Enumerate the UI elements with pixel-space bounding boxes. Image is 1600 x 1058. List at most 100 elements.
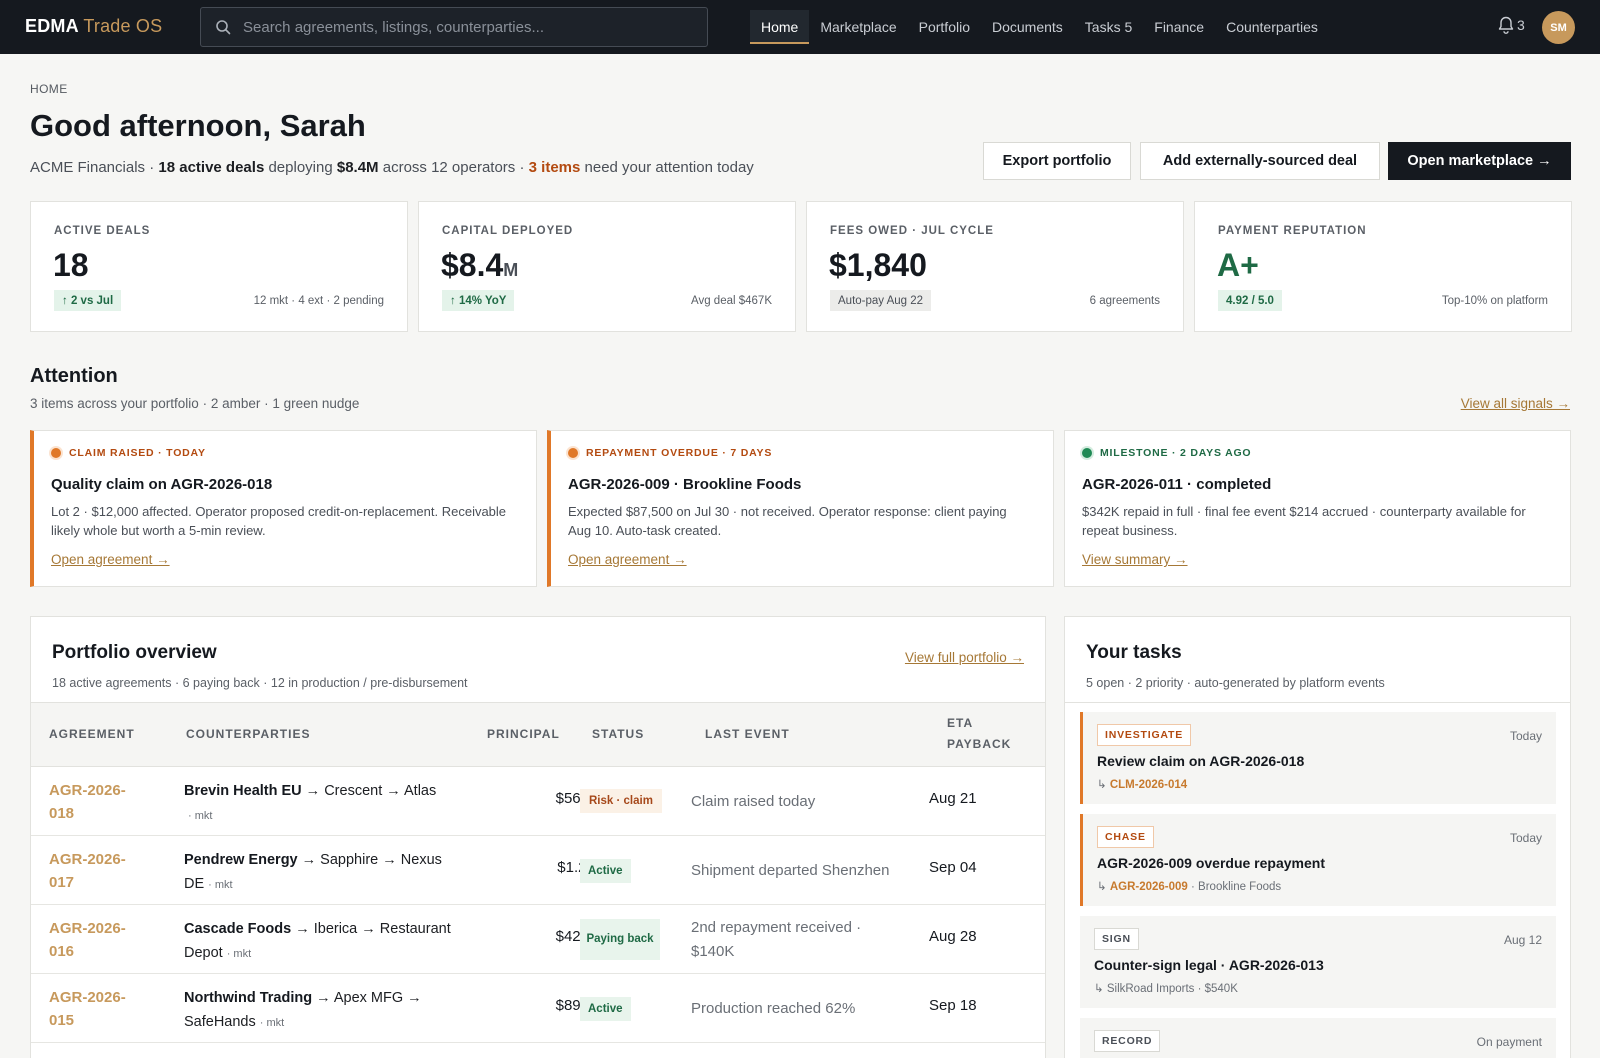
task-name: AGR-2026-009 overdue repayment — [1097, 855, 1325, 871]
task-name: Counter-sign legal · AGR-2026-013 — [1094, 957, 1324, 973]
kpi-meta: Avg deal $467K — [691, 295, 772, 307]
notifications-button[interactable]: 3 — [1496, 15, 1525, 35]
task-item[interactable]: RECORD On payment — [1080, 1018, 1556, 1058]
agreement-link[interactable]: AGR-2026-017 — [49, 848, 149, 894]
attention-tag-text: REPAYMENT OVERDUE · 7 DAYS — [586, 447, 773, 459]
nav-home[interactable]: Home — [750, 10, 810, 44]
kpi-value: A+ — [1217, 247, 1259, 283]
app-logo[interactable]: EDMA Trade OS — [25, 16, 162, 37]
kpi-label: PAYMENT REPUTATION — [1218, 225, 1367, 237]
attention-title: Attention — [30, 365, 118, 387]
counterparty-chain: → Crescent → Atlas — [301, 783, 437, 799]
kpi-trend-text: 14% YoY — [458, 294, 507, 307]
column-header-last-event[interactable]: LAST EVENT — [705, 724, 790, 745]
eta-cell: Aug 21 — [929, 790, 977, 807]
kpi-value-unit: M — [503, 260, 519, 280]
portfolio-overview-panel: Portfolio overview 18 active agreements … — [30, 616, 1046, 1058]
attention-tag-text: CLAIM RAISED · TODAY — [69, 447, 206, 459]
nav-finance[interactable]: Finance — [1143, 10, 1215, 44]
attention-tag: REPAYMENT OVERDUE · 7 DAYS — [568, 447, 772, 459]
agreement-link[interactable]: AGR-2026-016 — [49, 917, 149, 963]
table-row[interactable]: AGR-2026-017 Pendrew Energy → Sapphire →… — [31, 836, 1045, 905]
source-tag: · mkt — [188, 810, 213, 822]
view-all-signals-link[interactable]: View all signals → — [1461, 396, 1570, 411]
kpi-label: CAPITAL DEPLOYED — [442, 225, 574, 237]
tasks-title: Your tasks — [1086, 642, 1182, 663]
nav-tasks[interactable]: Tasks 5 — [1074, 10, 1143, 44]
attention-card-title: Quality claim on AGR-2026-018 — [51, 476, 273, 493]
source-tag: · mkt — [226, 948, 252, 960]
status-badge: Active — [580, 859, 631, 883]
reference-arrow-icon: ↳ — [1094, 983, 1107, 995]
task-ref-code[interactable]: CLM-2026-014 — [1110, 779, 1187, 791]
status-dot-icon — [1082, 448, 1092, 458]
status-dot-icon — [51, 448, 61, 458]
nav-counterparties[interactable]: Counterparties — [1215, 10, 1329, 44]
attention-tag: CLAIM RAISED · TODAY — [51, 447, 206, 459]
summary-attention: need your attention today — [580, 159, 754, 176]
search-icon — [216, 20, 231, 35]
open-marketplace-button[interactable]: Open marketplace → — [1388, 142, 1571, 180]
column-header-counterparties[interactable]: COUNTERPARTIES — [186, 724, 310, 745]
open-agreement-link[interactable]: Open agreement → — [51, 552, 170, 567]
tasks-subtitle: 5 open · 2 priority · auto-generated by … — [1086, 676, 1385, 690]
kpi-meta: 6 agreements — [1089, 295, 1160, 307]
task-due: On payment — [1476, 1035, 1542, 1049]
portfolio-title: Portfolio overview — [52, 642, 217, 663]
agreement-link[interactable]: AGR-2026-018 — [49, 779, 149, 825]
status-badge: Paying back — [580, 919, 660, 960]
view-full-portfolio-link[interactable]: View full portfolio → — [905, 650, 1024, 665]
kpi-value-number: $8.4 — [441, 247, 504, 283]
counterparty-primary: Cascade Foods — [184, 921, 292, 937]
top-bar: EDMA Trade OS Home Marketplace Portfolio… — [0, 0, 1600, 54]
notification-count: 3 — [1517, 17, 1525, 33]
export-portfolio-button[interactable]: Export portfolio — [983, 142, 1131, 180]
summary-deploying: deploying — [264, 159, 337, 176]
tasks-panel: Your tasks 5 open · 2 priority · auto-ge… — [1064, 616, 1571, 1058]
nav-documents[interactable]: Documents — [981, 10, 1074, 44]
column-header-principal[interactable]: PRINCIPAL — [487, 724, 560, 745]
task-item[interactable]: CHASE Today AGR-2026-009 overdue repayme… — [1080, 814, 1556, 906]
task-reference: ↳ CLM-2026-014 — [1097, 777, 1187, 791]
table-row[interactable]: AGR-2026-016 Cascade Foods → Iberica → R… — [31, 905, 1045, 974]
kpi-payment-reputation: PAYMENT REPUTATION A+ 4.92 / 5.0 Top-10%… — [1194, 201, 1572, 332]
attention-tag: MILESTONE · 2 DAYS AGO — [1082, 447, 1251, 459]
column-header-agreement[interactable]: AGREEMENT — [49, 724, 135, 745]
brand-suffix: Trade OS — [83, 16, 163, 36]
counterparty-primary: Pendrew Energy — [184, 852, 298, 868]
task-ref-code[interactable]: AGR-2026-009 — [1110, 881, 1188, 893]
summary-company: ACME Financials · — [30, 159, 159, 176]
table-row[interactable]: AGR-2026-015 Northwind Trading → Apex MF… — [31, 974, 1045, 1043]
search-input[interactable] — [243, 18, 683, 36]
reference-arrow-icon: ↳ — [1097, 881, 1110, 893]
task-type-badge: SIGN — [1094, 928, 1139, 950]
kpi-meta: 12 mkt · 4 ext · 2 pending — [253, 295, 384, 307]
user-avatar[interactable]: SM — [1542, 11, 1575, 44]
task-due: Today — [1509, 729, 1542, 743]
column-header-status[interactable]: STATUS — [592, 724, 644, 745]
kpi-label: ACTIVE DEALS — [54, 225, 151, 237]
view-summary-link[interactable]: View summary → — [1082, 552, 1188, 567]
kpi-capital-deployed: CAPITAL DEPLOYED $8.4M ↑ 14% YoY Avg dea… — [418, 201, 796, 332]
status-dot-icon — [568, 448, 578, 458]
counterparties-cell: Northwind Trading → Apex MFG → SafeHands… — [184, 986, 464, 1035]
task-item[interactable]: INVESTIGATE Today Review claim on AGR-20… — [1080, 712, 1556, 804]
task-item[interactable]: SIGN Aug 12 Counter-sign legal · AGR-202… — [1080, 916, 1556, 1008]
nav-marketplace[interactable]: Marketplace — [809, 10, 907, 44]
kpi-autopay-badge: Auto-pay Aug 22 — [830, 290, 932, 311]
summary-items: 3 items — [528, 159, 581, 176]
task-due: Aug 12 — [1503, 933, 1542, 947]
arrow-up-icon: ↑ — [62, 294, 71, 307]
page-summary: ACME Financials · 18 active deals deploy… — [30, 159, 754, 176]
task-type-badge: RECORD — [1094, 1030, 1161, 1052]
column-header-eta-payback[interactable]: ETA PAYBACK — [947, 713, 1010, 755]
add-deal-button[interactable]: Add externally-sourced deal — [1140, 142, 1380, 180]
attention-card-body: Expected $87,500 on Jul 30 · not receive… — [568, 504, 1007, 538]
attention-card-body: Lot 2 · $12,000 affected. Operator propo… — [51, 504, 507, 538]
reference-arrow-icon: ↳ — [1097, 779, 1110, 791]
agreement-link[interactable]: AGR-2026-015 — [49, 986, 149, 1032]
open-agreement-link[interactable]: Open agreement → — [568, 552, 687, 567]
table-row[interactable]: AGR-2026-018 Brevin Health EU → Crescent… — [31, 767, 1045, 836]
nav-portfolio[interactable]: Portfolio — [908, 10, 981, 44]
task-ref-extra: · Brookline Foods — [1187, 881, 1282, 893]
